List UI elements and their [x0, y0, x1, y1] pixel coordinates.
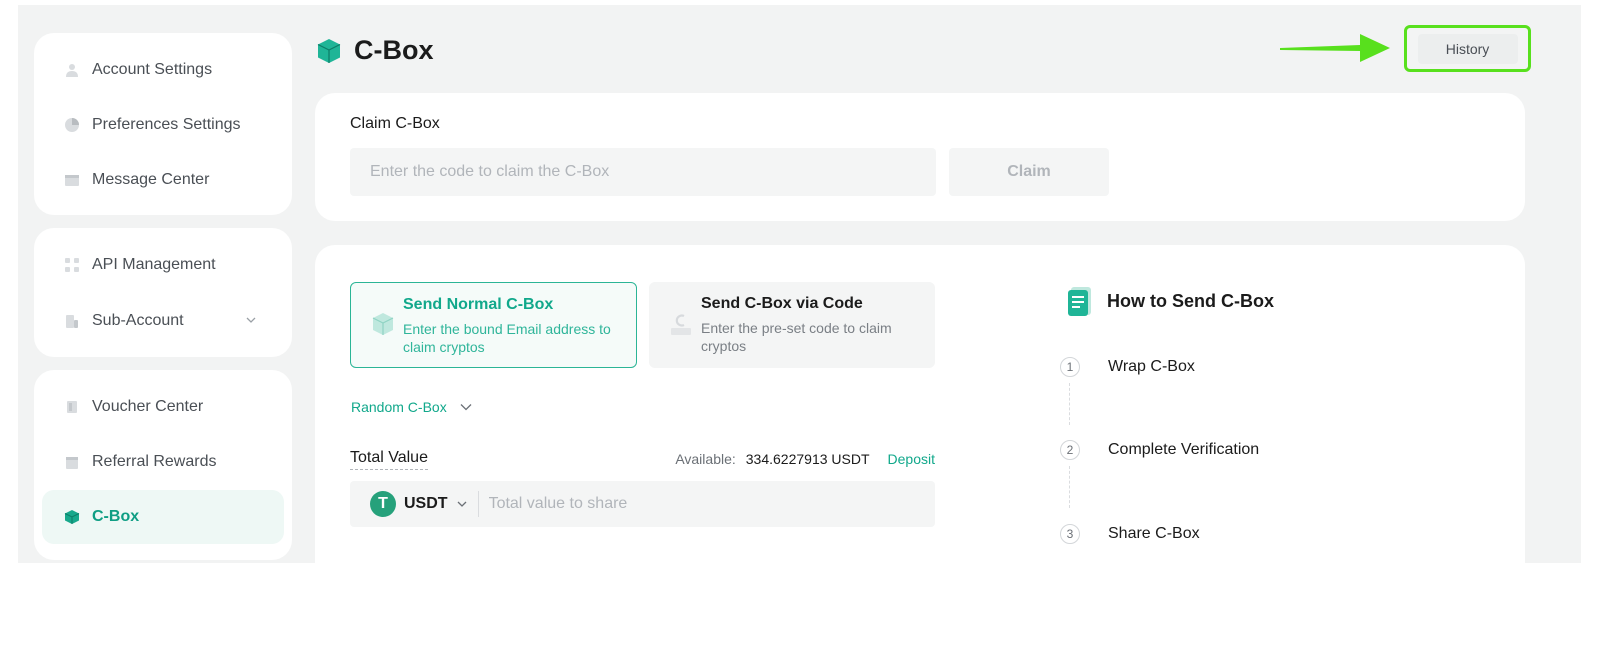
send-normal-option[interactable]: Send Normal C-Box Enter the bound Email …	[350, 282, 637, 368]
how-to-title: How to Send C-Box	[1107, 290, 1274, 311]
total-value-label: Total Value	[350, 449, 428, 470]
sidebar-item-account-settings[interactable]: Account Settings	[42, 43, 284, 97]
step-connector	[1069, 383, 1070, 425]
deposit-link[interactable]: Deposit	[888, 451, 935, 467]
sidebar-item-preferences-settings[interactable]: Preferences Settings	[42, 98, 284, 152]
total-value-input[interactable]	[488, 484, 935, 524]
available-value: 334.6227913 USDT	[745, 451, 870, 467]
cbox-logo-icon	[317, 38, 341, 63]
step-item: 1 Wrap C-Box	[1060, 357, 1195, 377]
available-balance: Available: 334.6227913 USDT Deposit	[675, 451, 935, 467]
sidebar-item-cbox[interactable]: C-Box	[42, 490, 284, 544]
step-connector	[1069, 466, 1070, 508]
how-to-header: How to Send C-Box	[1067, 285, 1467, 317]
user-icon	[64, 62, 80, 78]
step-number: 1	[1060, 357, 1080, 377]
claim-button[interactable]: Claim	[949, 148, 1109, 196]
step-label: Complete Verification	[1108, 441, 1260, 458]
option-title: Send Normal C-Box	[403, 296, 554, 313]
code-box-icon	[671, 314, 691, 335]
cbox-type-value: Random C-Box	[351, 399, 447, 415]
divider	[477, 491, 479, 517]
usdt-coin-icon: T	[370, 491, 396, 517]
gift-icon	[64, 454, 80, 470]
option-description: Enter the bound Email address to claim c…	[403, 321, 611, 355]
sidebar-item-label: Preferences Settings	[92, 116, 241, 133]
sidebar-item-sub-account[interactable]: Sub-Account	[42, 294, 284, 348]
sidebar-item-label: Message Center	[92, 171, 210, 188]
total-value-field: T USDT	[350, 481, 935, 527]
sidebar-group-account: Account Settings Preferences Settings Me…	[34, 33, 292, 215]
cbox-type-select[interactable]: Random C-Box	[351, 399, 473, 415]
sidebar-item-label: Voucher Center	[92, 398, 204, 415]
claim-label: Claim C-Box	[350, 115, 440, 132]
page-title: C-Box	[354, 35, 434, 65]
chevron-down-icon[interactable]	[456, 498, 468, 510]
step-item: 2 Complete Verification	[1060, 440, 1259, 460]
sidebar-item-voucher-center[interactable]: Voucher Center	[42, 380, 284, 434]
step-label: Share C-Box	[1108, 525, 1200, 542]
sidebar-item-label: Sub-Account	[92, 312, 184, 329]
app-window: Account Settings Preferences Settings Me…	[18, 5, 1581, 563]
step-number: 3	[1060, 524, 1080, 544]
sidebar-item-referral-rewards[interactable]: Referral Rewards	[42, 435, 284, 489]
annotation-arrow-icon	[1280, 34, 1390, 62]
step-label: Wrap C-Box	[1108, 358, 1195, 375]
message-icon	[64, 172, 80, 188]
api-icon	[64, 257, 80, 273]
chevron-down-icon[interactable]	[244, 313, 258, 327]
sidebar-group-rewards: Voucher Center Referral Rewards C-Box	[34, 370, 292, 560]
sidebar-item-label: Referral Rewards	[92, 453, 217, 470]
claim-card: Claim C-Box Claim	[315, 93, 1525, 221]
sidebar-item-message-center[interactable]: Message Center	[42, 153, 284, 207]
cbox-icon	[64, 509, 80, 525]
claim-code-input[interactable]	[350, 148, 936, 196]
send-card: Send Normal C-Box Enter the bound Email …	[315, 245, 1525, 563]
sidebar-item-label: C-Box	[92, 508, 140, 525]
step-number: 2	[1060, 440, 1080, 460]
available-label: Available:	[675, 451, 736, 467]
option-description: Enter the pre-set code to claim cryptos	[701, 320, 892, 354]
step-item: 3 Share C-Box	[1060, 524, 1200, 544]
sub-account-icon	[64, 313, 80, 329]
chevron-down-icon	[460, 404, 472, 411]
sidebar-item-label: Account Settings	[92, 61, 213, 78]
sidebar-item-api-management[interactable]: API Management	[42, 238, 284, 292]
document-icon	[1068, 287, 1091, 316]
page-header: C-Box	[316, 35, 434, 66]
send-code-option[interactable]: Send C-Box via Code Enter the pre-set co…	[649, 282, 935, 368]
option-title: Send C-Box via Code	[701, 295, 863, 312]
sidebar-item-label: API Management	[92, 256, 216, 273]
coin-name: USDT	[404, 495, 448, 512]
cube-icon	[372, 313, 394, 335]
history-button[interactable]: History	[1404, 25, 1531, 72]
pie-chart-icon	[64, 117, 80, 133]
history-button-label: History	[1417, 33, 1518, 64]
how-to-panel: How to Send C-Box 1 Wrap C-Box 2 Complet…	[1060, 285, 1467, 544]
sidebar-group-api: API Management Sub-Account	[34, 228, 292, 357]
voucher-icon	[64, 399, 80, 415]
